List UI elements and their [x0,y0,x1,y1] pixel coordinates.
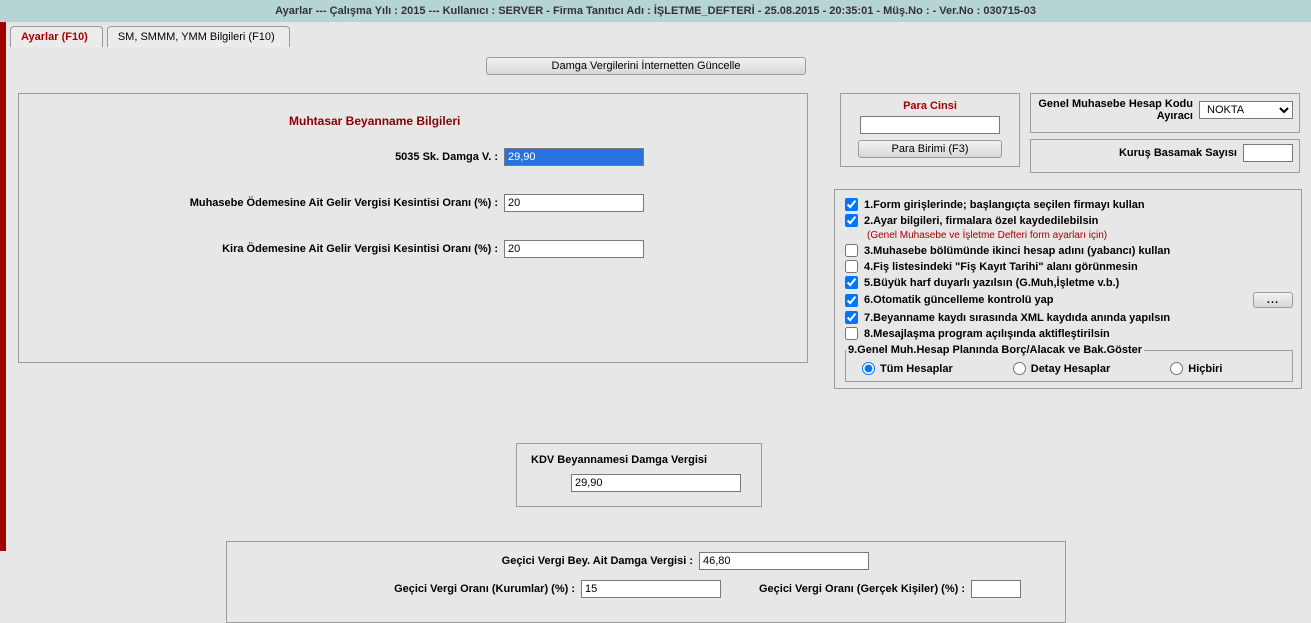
opt6-more-button[interactable]: ... [1253,292,1293,308]
select-hesap-kodu-ayiraci[interactable]: NOKTA [1199,101,1293,119]
muhtasar-fieldset: Muhtasar Beyanname Bilgileri 5035 Sk. Da… [18,93,808,363]
radio-hicbiri-label[interactable]: Hiçbiri [1170,362,1222,375]
label-kira-gelir-vergi: Kira Ödemesine Ait Gelir Vergisi Kesinti… [19,243,504,255]
label-opt5: 5.Büyük harf duyarlı yazılsın (G.Muh,İşl… [864,277,1119,289]
label-kurus-basamak: Kuruş Basamak Sayısı [1037,147,1243,159]
radio-hicbiri-text: Hiçbiri [1188,363,1222,375]
radio-detay-hesaplar[interactable] [1013,362,1026,375]
kdv-damga-input[interactable] [571,474,741,492]
input-gecici-gercek[interactable] [971,580,1021,598]
tab-ayarlar[interactable]: Ayarlar (F10) [10,26,103,47]
label-opt8: 8.Mesajlaşma program açılışında aktifleş… [864,328,1110,340]
update-stamp-taxes-wrap: Damga Vergilerini İnternetten Güncelle [486,57,806,75]
label-opt6: 6.Otomatik güncelleme kontrolü yap [864,294,1054,306]
label-opt2: 2.Ayar bilgileri, firmalara özel kaydedi… [864,215,1098,227]
checkbox-opt2[interactable] [845,214,858,227]
left-red-bar [0,22,6,551]
kdv-fieldset: KDV Beyannamesi Damga Vergisi [516,443,762,507]
tab-sm-smmm-ymm[interactable]: SM, SMMM, YMM Bilgileri (F10) [107,26,290,47]
label-gecici-gercek: Geçici Vergi Oranı (Gerçek Kişiler) (%) … [721,583,971,595]
para-cinsi-input[interactable] [860,116,1000,134]
checkbox-opt1[interactable] [845,198,858,211]
label-hesap-kodu-ayiraci: Genel Muhasebe Hesap Kodu Ayıracı [1037,98,1199,122]
label-opt4: 4.Fiş listesindeki "Fiş Kayıt Tarihi" al… [864,261,1138,273]
gecici-fieldset: Geçici Vergi Bey. Ait Damga Vergisi : Ge… [226,541,1066,623]
radio-detay-hesaplar-text: Detay Hesaplar [1031,363,1111,375]
opt9-fieldset: 9.Genel Muh.Hesap Planında Borç/Alacak v… [845,344,1293,382]
window-title-bar: Ayarlar --- Çalışma Yılı : 2015 --- Kull… [0,0,1311,22]
checkbox-opt7[interactable] [845,311,858,324]
content-area: Damga Vergilerini İnternetten Güncelle M… [0,47,1311,65]
input-kira-gelir-vergi[interactable] [504,240,644,258]
label-muhasebe-gelir-vergi: Muhasebe Ödemesine Ait Gelir Vergisi Kes… [19,197,504,209]
label-opt1: 1.Form girişlerinde; başlangıçta seçilen… [864,199,1145,211]
checkbox-opt8[interactable] [845,327,858,340]
label-opt7: 7.Beyanname kaydı sırasında XML kaydıda … [864,312,1170,324]
input-gecici-damga[interactable] [699,552,869,570]
checkbox-opt4[interactable] [845,260,858,273]
note-opt2: (Genel Muhasebe ve İşletme Defteri form … [867,230,1293,241]
opt9-legend: 9.Genel Muh.Hesap Planında Borç/Alacak v… [846,344,1144,356]
checkbox-opt5[interactable] [845,276,858,289]
para-birimi-button[interactable]: Para Birimi (F3) [858,140,1002,158]
input-kurus-basamak[interactable] [1243,144,1293,162]
radio-hicbiri[interactable] [1170,362,1183,375]
para-cinsi-title: Para Cinsi [851,100,1009,112]
radio-tum-hesaplar-label[interactable]: Tüm Hesaplar [862,362,953,375]
label-gecici-damga: Geçici Vergi Bey. Ait Damga Vergisi : [241,555,699,567]
checkbox-opt3[interactable] [845,244,858,257]
muhtasar-title: Muhtasar Beyanname Bilgileri [289,114,460,128]
label-5035-damga: 5035 Sk. Damga V. : [19,151,504,163]
tab-strip: Ayarlar (F10) SM, SMMM, YMM Bilgileri (F… [0,22,1311,47]
checkbox-opt6[interactable] [845,294,858,307]
right-settings-box: Genel Muhasebe Hesap Kodu Ayıracı NOKTA … [1030,93,1300,173]
options-fieldset: 1.Form girişlerinde; başlangıçta seçilen… [834,189,1302,389]
radio-tum-hesaplar[interactable] [862,362,875,375]
radio-tum-hesaplar-text: Tüm Hesaplar [880,363,953,375]
input-5035-damga[interactable] [504,148,644,166]
kdv-title: KDV Beyannamesi Damga Vergisi [531,454,747,466]
input-gecici-kurumlar[interactable] [581,580,721,598]
update-stamp-taxes-button[interactable]: Damga Vergilerini İnternetten Güncelle [486,57,806,75]
label-gecici-kurumlar: Geçici Vergi Oranı (Kurumlar) (%) : [241,583,581,595]
input-muhasebe-gelir-vergi[interactable] [504,194,644,212]
label-opt3: 3.Muhasebe bölümünde ikinci hesap adını … [864,245,1170,257]
radio-detay-hesaplar-label[interactable]: Detay Hesaplar [1013,362,1111,375]
para-cinsi-box: Para Cinsi Para Birimi (F3) [840,93,1020,167]
